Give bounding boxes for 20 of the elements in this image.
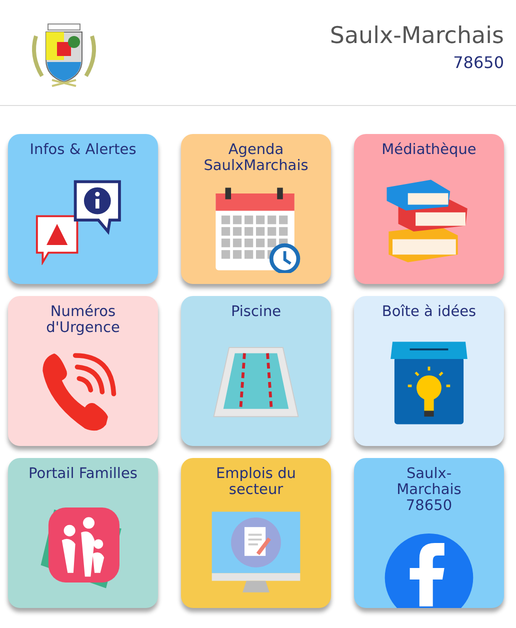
- menu-tile[interactable]: Infos & Alertes: [8, 134, 158, 284]
- tile-title: Médiathèque: [380, 141, 478, 158]
- tile-title: Infos & Alertes: [28, 141, 138, 158]
- postcode: 78650: [452, 53, 504, 72]
- menu-tile[interactable]: Piscine: [181, 296, 331, 446]
- menu-tile[interactable]: Médiathèque: [354, 134, 504, 284]
- tile-title: Portail Familles: [28, 465, 138, 482]
- tile-title: Agenda SaulxMarchais: [202, 141, 310, 174]
- tile-title: Saulx- Marchais 78650: [396, 465, 462, 514]
- town-name: Saulx-Marchais: [330, 23, 504, 49]
- menu-tile[interactable]: Agenda SaulxMarchais: [181, 134, 331, 284]
- tile-title: Emplois du secteur: [215, 465, 297, 498]
- tile-title: Numéros d'Urgence: [45, 303, 121, 336]
- menu-tile[interactable]: Saulx- Marchais 78650: [354, 458, 504, 608]
- menu-tile[interactable]: Portail Familles: [8, 458, 158, 608]
- tile-title: Piscine: [230, 303, 282, 320]
- menu-tile[interactable]: Boîte à idées: [354, 296, 504, 446]
- tile-title: Boîte à idées: [380, 303, 478, 320]
- menu-tile[interactable]: Emplois du secteur: [181, 458, 331, 608]
- menu-tile[interactable]: Numéros d'Urgence: [8, 296, 158, 446]
